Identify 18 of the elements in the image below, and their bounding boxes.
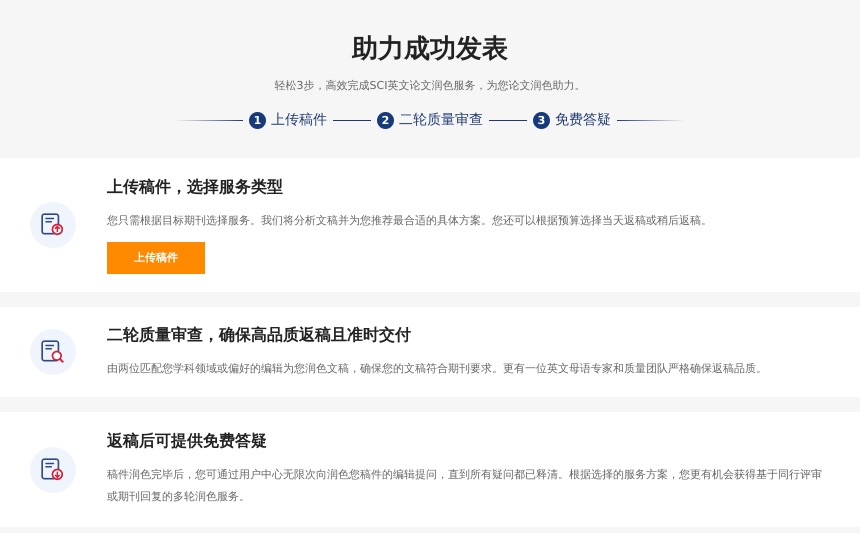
document-icon <box>30 202 76 248</box>
step-number: 1 <box>249 112 266 128</box>
card-description: 稿件润色完毕后，您可通过用户中心无限次向润色您稿件的编辑提问，直到所有疑问都已释清。根据选择的服务方案，您更有机会获得基于同行评审或期刊回复的多轮润色服务。 <box>107 467 823 505</box>
document-icon <box>30 329 76 375</box>
card-title: 二轮质量审查，确保高品质返稿且准时交付 <box>107 324 411 346</box>
step-number: 3 <box>533 112 550 128</box>
step-label: 免费答疑 <box>555 111 611 129</box>
card-description: 您只需根据目标期刊选择服务。我们将分析文稿并为您推荐最合适的具体方案。您还可以根据预算选择当天返稿或稍后返稿。 <box>107 212 712 228</box>
step-label: 上传稿件 <box>271 111 327 129</box>
step-number: 2 <box>377 112 394 128</box>
document-icon <box>30 446 76 492</box>
card-title: 上传稿件，选择服务类型 <box>107 176 283 198</box>
upload-button[interactable]: 上传稿件 <box>107 242 205 274</box>
step-label: 二轮质量审查 <box>399 111 483 129</box>
page-title: 助力成功发表 <box>352 33 508 66</box>
subtitle: 轻松3步，高效完成SCI英文论文润色服务，为您论文润色助力。 <box>274 78 586 93</box>
card-description: 由两位匹配您学科领域或偏好的编辑为您润色文稿，确保您的文稿符合期刊要求。更有一位英文母语专家和质量团队严格确保返稿品质。 <box>107 360 767 376</box>
card-title: 返稿后可提供免费答疑 <box>107 431 267 452</box>
